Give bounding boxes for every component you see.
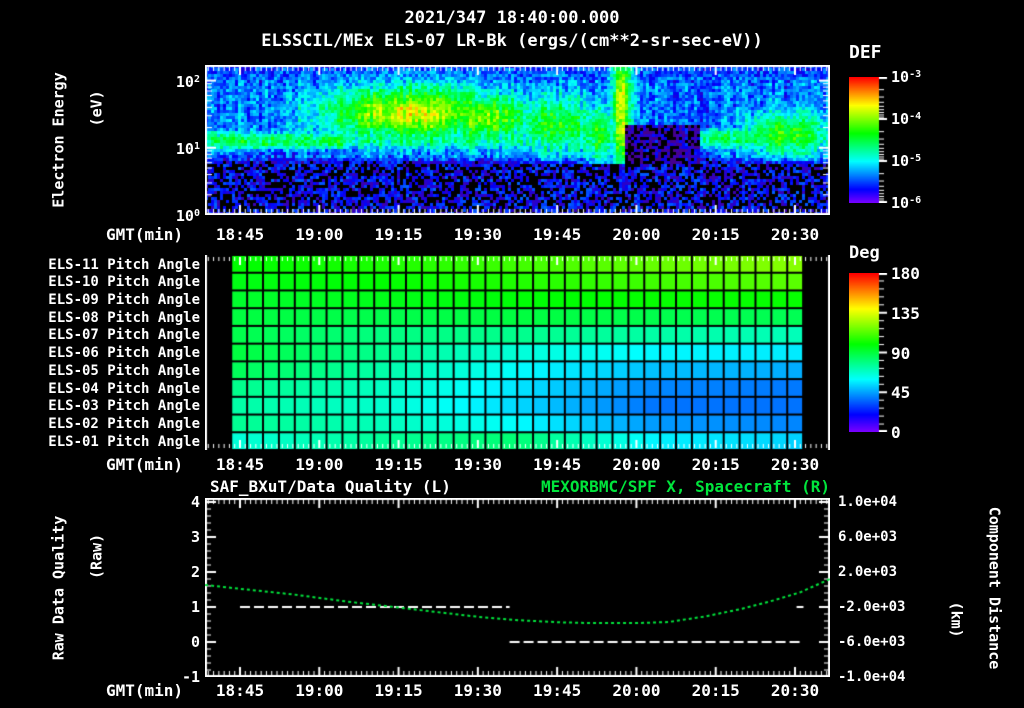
energy-tick-label-exp: 1	[193, 141, 200, 153]
raw-quality-axis-line2: (Raw)	[87, 533, 106, 579]
gmt-tick-label: 20:15	[691, 681, 740, 700]
component-distance-axis-label: Component Distance (km)	[947, 507, 1004, 670]
raw-tick-label: 2	[190, 563, 200, 581]
gmt-tick-label: 20:15	[691, 455, 740, 474]
deg-tick-label: 135	[891, 303, 920, 323]
def-tick-label: 10-5	[891, 151, 921, 170]
pitch-row-label: ELS-02 Pitch Angle	[48, 416, 200, 433]
deg-colorbar	[849, 273, 889, 432]
km-tick-label: 6.0e+03	[838, 529, 898, 545]
gmt-tick-label: 19:15	[374, 225, 423, 244]
def-tick-label-exp: -4	[909, 111, 922, 122]
gmt-tick-label: 19:00	[295, 455, 344, 474]
gmt-tick-label: 20:30	[770, 455, 820, 474]
gmt-axis-label: GMT(min)	[105, 225, 183, 244]
gmt-tick-label: 20:15	[691, 225, 740, 244]
deg-tick-label: 180	[891, 264, 920, 283]
gmt-tick-label: 19:45	[533, 681, 582, 700]
timeseries-canvas	[205, 498, 830, 677]
energy-tick-label: 100	[176, 206, 200, 225]
energy-tick-label-exp: 2	[193, 74, 200, 85]
def-tick-label-base: 10	[891, 68, 910, 86]
km-tick-label: -2.0e+03	[838, 599, 906, 615]
gmt-tick-label: 19:30	[453, 681, 502, 700]
gmt-tick-label: 20:00	[612, 681, 661, 700]
raw-tick-label: 1	[190, 598, 200, 616]
def-tick-label-base: 10	[891, 194, 910, 212]
def-tick-label-exp: -3	[909, 69, 922, 80]
deg-tick-label: 45	[891, 383, 911, 403]
def-tick-label: 10-6	[891, 193, 921, 212]
deg-tick-label: 0	[891, 423, 901, 442]
pitch-row-label: ELS-01 Pitch Angle	[48, 433, 200, 450]
gmt-tick-label: 19:15	[374, 681, 423, 700]
energy-axis-label-line2: (eV)	[87, 90, 106, 127]
km-tick-label: 2.0e+03	[838, 564, 898, 580]
raw-tick-label: 4	[190, 493, 200, 511]
pitch-row-label: ELS-10 Pitch Angle	[48, 274, 200, 291]
pitch-row-label: ELS-08 Pitch Angle	[48, 309, 200, 326]
def-tick-label-exp: -6	[909, 195, 922, 206]
pitch-row-label: ELS-05 Pitch Angle	[48, 362, 200, 379]
gmt-tick-label: 20:30	[770, 225, 820, 244]
plot-screen: 2021/347 18:40:00.000 ELSSCIL/MEx ELS-07…	[0, 0, 1024, 708]
raw-quality-axis-label: Raw Data Quality (Raw)	[50, 516, 107, 661]
pitch-row-label: ELS-03 Pitch Angle	[48, 398, 200, 415]
energy-tick-label-exp: 0	[193, 208, 200, 220]
energy-tick-label-base: 10	[175, 73, 194, 91]
pitch-row-label: ELS-11 Pitch Angle	[48, 256, 200, 273]
gmt-tick-label: 19:15	[374, 455, 423, 474]
energy-tick-label-base: 10	[175, 140, 194, 159]
deg-colorbar-title: Deg	[849, 243, 880, 263]
def-tick-label-base: 10	[891, 110, 910, 128]
pitch-row-label: ELS-09 Pitch Angle	[48, 291, 200, 308]
datetime-title: 2021/347 18:40:00.000	[404, 8, 620, 28]
component-distance-axis-line2: (km)	[947, 601, 966, 638]
gmt-tick-label: 18:45	[215, 225, 265, 244]
raw-tick-label: 3	[190, 528, 200, 546]
left-series-title: SAF_BXuT/Data Quality (L)	[210, 477, 451, 496]
km-tick-label: -6.0e+03	[838, 634, 906, 650]
gmt-tick-label: 18:45	[215, 455, 265, 474]
km-tick-label: -1.0e+04	[838, 669, 906, 685]
gmt-tick-label: 20:00	[612, 455, 661, 474]
gmt-axis-label: GMT(min)	[105, 455, 183, 474]
gmt-tick-label: 19:30	[453, 455, 502, 474]
pitch-row-label: ELS-04 Pitch Angle	[48, 380, 200, 397]
gmt-tick-label: 20:30	[770, 681, 820, 700]
gmt-tick-label: 19:45	[533, 225, 582, 244]
km-tick-label: 1.0e+04	[838, 494, 898, 510]
spectrogram-canvas	[205, 65, 830, 215]
gmt-tick-label: 18:45	[215, 681, 265, 700]
energy-tick-label-base: 10	[175, 207, 194, 226]
deg-tick-label: 90	[891, 343, 911, 363]
def-colorbar	[849, 77, 889, 203]
def-tick-label-base: 10	[891, 152, 910, 170]
pitch-row-label: ELS-07 Pitch Angle	[48, 327, 200, 344]
gmt-tick-label: 19:30	[453, 225, 502, 244]
gmt-tick-label: 19:45	[533, 455, 582, 474]
component-distance-axis-line1: Component Distance	[985, 506, 1004, 670]
gmt-axis-label: GMT(min)	[105, 681, 183, 700]
gmt-tick-label: 19:00	[295, 225, 344, 244]
pitch-grid-canvas	[205, 255, 830, 450]
pitch-row-label: ELS-06 Pitch Angle	[48, 345, 200, 362]
raw-quality-axis-line1: Raw Data Quality	[49, 515, 68, 661]
energy-tick-label: 102	[176, 72, 200, 91]
gmt-tick-label: 19:00	[295, 681, 344, 700]
right-series-title: MEXORBMC/SPF X, Spacecraft (R)	[541, 477, 830, 496]
raw-tick-label: 0	[190, 633, 200, 651]
gmt-tick-label: 20:00	[612, 225, 661, 244]
def-tick-label: 10-4	[891, 109, 921, 128]
energy-axis-label-line1: Electron Energy	[49, 72, 68, 208]
raw-tick-label: -1	[181, 668, 200, 686]
def-tick-label: 10-3	[891, 67, 921, 86]
def-colorbar-title: DEF	[849, 42, 882, 63]
def-tick-label-exp: -5	[909, 153, 922, 164]
energy-tick-label: 101	[176, 139, 200, 158]
energy-axis-label: Electron Energy (eV)	[50, 72, 107, 207]
